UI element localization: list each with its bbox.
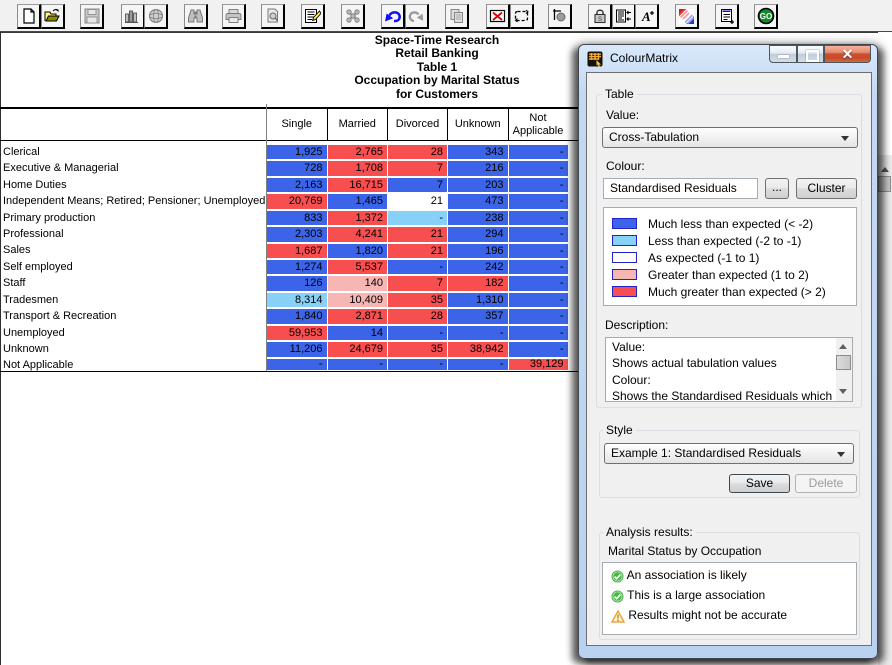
svg-text:GO: GO	[759, 12, 771, 21]
svg-text:A: A	[641, 9, 651, 24]
svg-text:S: S	[597, 17, 601, 23]
